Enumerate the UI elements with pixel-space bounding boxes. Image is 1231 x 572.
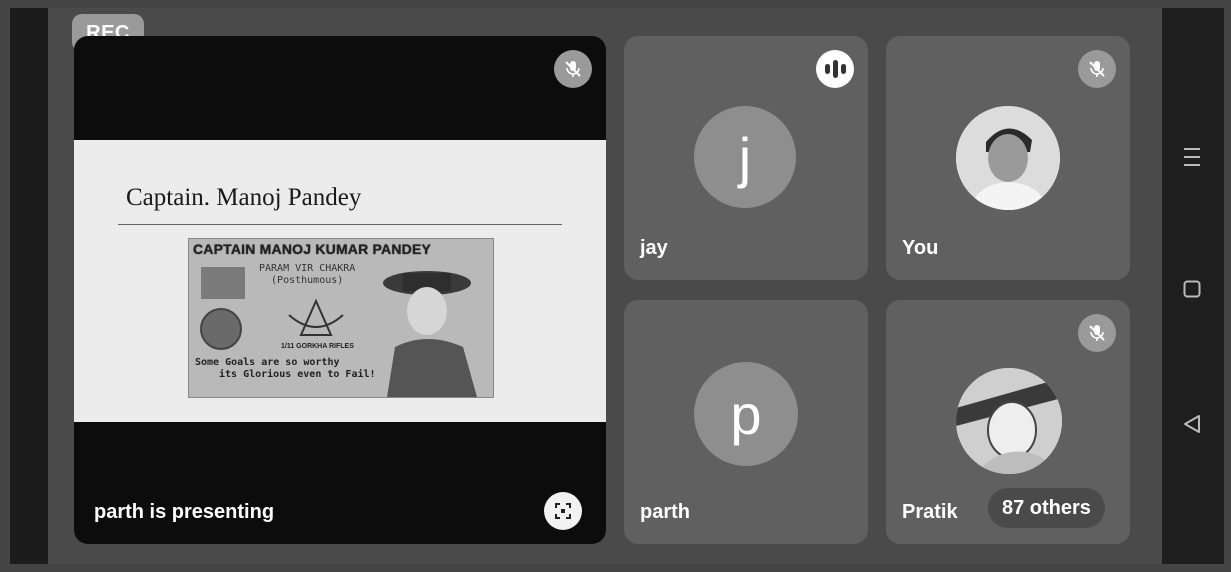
participant-tile-pratik[interactable]: Pratik 87 others [886, 300, 1130, 544]
poster-quote: Some Goals are so worthy its Glorious ev… [195, 357, 376, 381]
slide-title: Captain. Manoj Pandey [126, 184, 362, 211]
mic-off-icon [554, 50, 592, 88]
triangle-back-icon[interactable] [1183, 414, 1201, 434]
illustration-avatar [956, 368, 1062, 474]
mic-off-icon [1078, 314, 1116, 352]
medal-graphic [200, 267, 245, 350]
participant-name-you: You [902, 237, 939, 259]
poster-quote-line2: its Glorious even to Fail! [219, 369, 376, 380]
square-home-icon[interactable] [1183, 280, 1201, 298]
poster-award: PARAM VIR CHAKRA (Posthumous) [259, 263, 355, 287]
poster-quote-line1: Some Goals are so worthy [195, 357, 340, 368]
user-photo [956, 106, 1060, 210]
regiment-emblem [288, 298, 344, 336]
menu-icon[interactable] [1183, 146, 1201, 168]
presentation-tile[interactable]: Captain. Manoj Pandey CAPTAIN MANOJ KUMA… [74, 36, 606, 544]
left-bezel [10, 8, 48, 564]
fullscreen-button[interactable] [544, 492, 582, 530]
poster-award-line2: (Posthumous) [271, 275, 344, 286]
others-count-chip[interactable]: 87 others [988, 488, 1105, 528]
participant-name-jay: jay [640, 237, 668, 259]
audio-level-icon [816, 50, 854, 88]
portrait-graphic [383, 271, 477, 397]
avatar-pratik [956, 368, 1062, 474]
avatar-you [956, 106, 1060, 210]
poster-award-line1: PARAM VIR CHAKRA [259, 263, 356, 274]
fullscreen-icon [555, 503, 571, 519]
shared-slide: Captain. Manoj Pandey CAPTAIN MANOJ KUMA… [74, 140, 606, 422]
presenting-label: parth is presenting [94, 501, 275, 523]
participant-tile-jay[interactable]: j jay [624, 36, 868, 280]
slide-divider [118, 224, 562, 225]
poster-regiment: 1/11 GORKHA RIFLES [281, 343, 354, 350]
avatar-jay: j [694, 106, 796, 208]
participant-tile-parth[interactable]: p parth [624, 300, 868, 544]
participant-name-pratik: Pratik [902, 501, 958, 523]
participant-name-parth: parth [640, 501, 690, 523]
participant-tile-you[interactable]: You [886, 36, 1130, 280]
mic-off-icon [1078, 50, 1116, 88]
poster-heading: CAPTAIN MANOJ KUMAR PANDEY [193, 241, 432, 257]
poster-image: CAPTAIN MANOJ KUMAR PANDEY PARAM VIR CHA… [188, 238, 494, 398]
avatar-parth: p [694, 362, 798, 466]
